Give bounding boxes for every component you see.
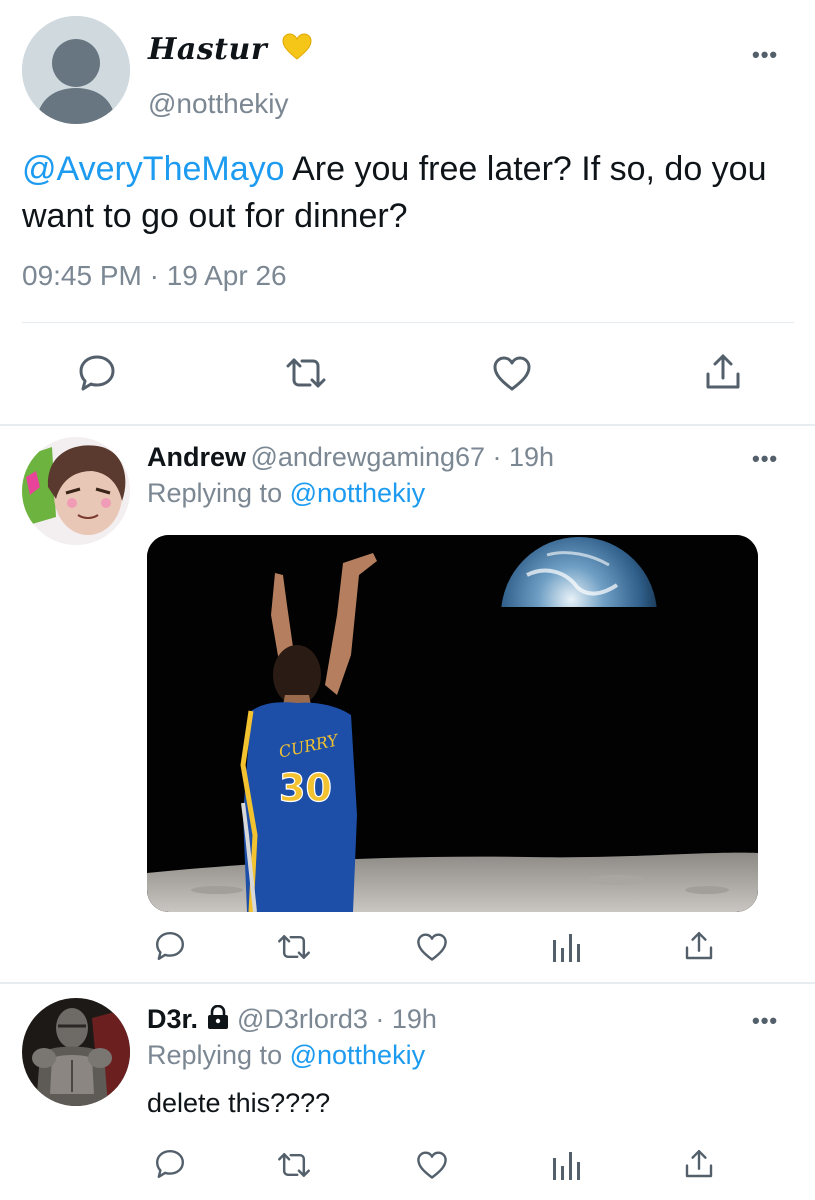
avatar[interactable] — [22, 16, 130, 124]
like-icon[interactable] — [416, 1151, 448, 1180]
share-icon[interactable] — [683, 930, 715, 962]
relative-time[interactable]: · 19h — [368, 1004, 437, 1034]
avatar[interactable] — [22, 437, 130, 545]
replying-to: Replying to @notthekiy — [147, 1040, 425, 1071]
reply-header: Andrew @andrewgaming67 · 19h — [147, 442, 554, 473]
user-handle[interactable]: @D3rlord3 — [237, 1004, 368, 1034]
more-options-icon[interactable]: ••• — [752, 1008, 778, 1034]
like-icon[interactable] — [492, 356, 532, 392]
retweet-icon[interactable] — [284, 356, 328, 390]
display-name[interactable]: Hastur — [148, 32, 312, 69]
share-icon[interactable] — [683, 1148, 715, 1180]
display-name[interactable]: Andrew — [147, 442, 246, 472]
analytics-icon[interactable] — [552, 1150, 580, 1180]
user-handle[interactable]: @notthekiy — [148, 88, 289, 120]
replying-prefix: Replying to — [147, 1040, 290, 1070]
replying-to: Replying to @notthekiy — [147, 478, 425, 509]
reply-icon[interactable] — [154, 930, 186, 962]
jersey-number: 30 — [279, 766, 332, 810]
divider — [22, 322, 794, 323]
reply-icon[interactable] — [154, 1148, 186, 1180]
user-handle[interactable]: @andrewgaming67 — [250, 442, 485, 472]
display-name-text: Hastur — [148, 32, 268, 67]
retweet-icon[interactable] — [276, 1151, 312, 1179]
reply-icon[interactable] — [77, 353, 117, 393]
mention-link[interactable]: @notthekiy — [290, 1040, 425, 1070]
avatar[interactable] — [22, 998, 130, 1106]
analytics-icon[interactable] — [552, 932, 580, 962]
tweet-media-image[interactable]: CURRY 30 — [147, 535, 758, 912]
replying-prefix: Replying to — [147, 478, 290, 508]
tweet-text: delete this???? — [147, 1088, 331, 1118]
retweet-icon[interactable] — [276, 933, 312, 961]
timestamp[interactable]: 09:45 PM · 19 Apr 26 — [22, 260, 287, 292]
mention-link[interactable]: @AveryTheMayo — [22, 150, 285, 188]
section-divider — [0, 982, 815, 984]
lock-icon — [207, 1004, 229, 1034]
like-icon[interactable] — [416, 933, 448, 962]
share-icon[interactable] — [703, 352, 743, 392]
section-divider — [0, 424, 815, 426]
relative-time[interactable]: · 19h — [485, 442, 555, 472]
display-name[interactable]: D3r. — [147, 1004, 198, 1034]
yellow-heart-icon — [282, 33, 312, 69]
tweet-text: @AveryTheMayo Are you free later? If so,… — [22, 146, 812, 240]
more-options-icon[interactable]: ••• — [752, 446, 778, 472]
mention-link[interactable]: @notthekiy — [290, 478, 425, 508]
more-options-icon[interactable]: ••• — [752, 42, 778, 68]
reply-header: D3r. @D3rlord3 · 19h — [147, 1004, 437, 1035]
